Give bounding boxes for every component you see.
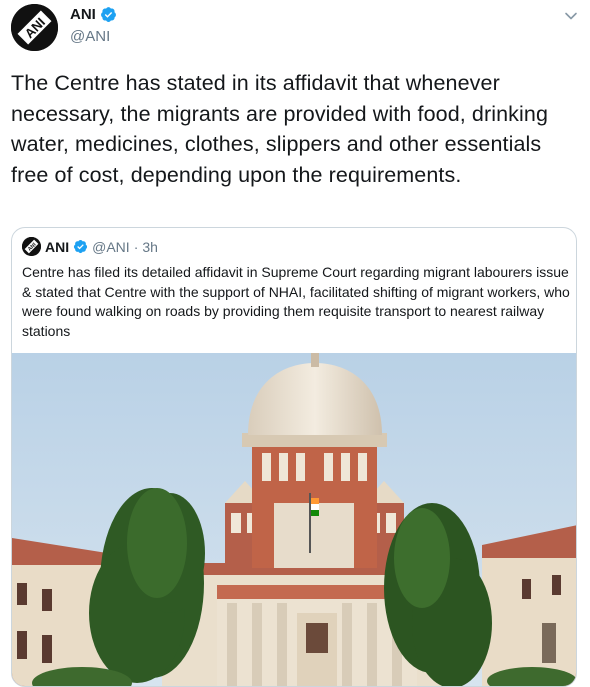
- ani-logo-icon: ANI: [11, 4, 58, 51]
- quoted-author-row: ANI ANI @ANI · 3h: [22, 237, 158, 256]
- tweet-text: The Centre has stated in its affidavit t…: [11, 71, 555, 187]
- chevron-down-icon[interactable]: [563, 8, 579, 24]
- avatar[interactable]: ANI: [11, 4, 58, 51]
- supreme-court-photo[interactable]: [12, 353, 576, 686]
- quoted-avatar: ANI: [22, 237, 41, 256]
- verified-badge-icon: [100, 6, 117, 23]
- handle[interactable]: @ANI: [70, 28, 110, 45]
- quoted-text: Centre has filed its detailed affidavit …: [22, 264, 570, 339]
- quoted-display-name: ANI: [45, 238, 70, 255]
- ani-logo-icon: ANI: [22, 237, 41, 256]
- dot-separator: ·: [133, 238, 139, 255]
- quoted-handle: @ANI: [92, 238, 130, 255]
- tweet-card: ANI ANI @ANI The Centre has stated in it…: [0, 0, 590, 687]
- verified-badge-icon: [73, 239, 88, 254]
- author-row: ANI: [70, 6, 117, 23]
- display-name[interactable]: ANI: [70, 6, 96, 23]
- quoted-timestamp[interactable]: 3h: [142, 239, 158, 255]
- quoted-tweet[interactable]: ANI ANI @ANI · 3h Centre has filed its d…: [11, 227, 577, 687]
